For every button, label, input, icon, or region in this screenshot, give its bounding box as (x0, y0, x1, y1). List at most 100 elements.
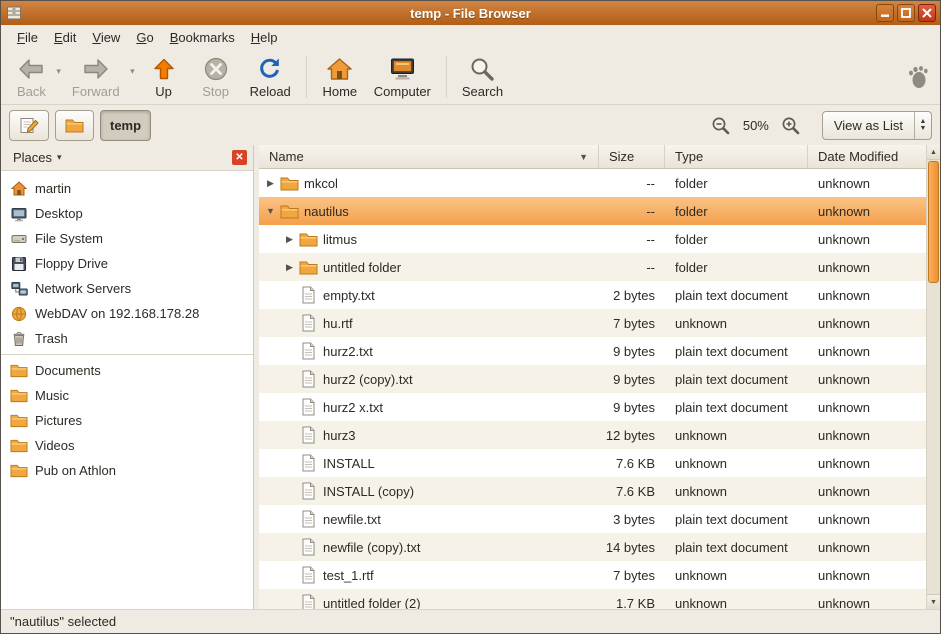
expander-expanded-icon[interactable]: ▼ (263, 206, 278, 216)
zoom-out-button[interactable] (709, 113, 733, 137)
reload-button[interactable]: Reload (242, 53, 299, 101)
home-button[interactable]: Home (314, 53, 366, 101)
floppy-icon (10, 256, 28, 272)
forward-button[interactable]: Forward▾ (64, 53, 138, 101)
sidebar-close-button[interactable]: ✕ (232, 150, 247, 165)
close-button[interactable] (918, 4, 936, 22)
search-button[interactable]: Search (454, 53, 511, 101)
root-path-button[interactable] (55, 110, 94, 141)
places-mode-button[interactable]: Places ▾ (7, 148, 68, 167)
back-button[interactable]: Back▾ (9, 53, 64, 101)
sidebar-item-file-system[interactable]: File System (1, 226, 253, 251)
sidebar-item-label: Network Servers (35, 281, 131, 296)
sidebar-item-pub-on-athlon[interactable]: Pub on Athlon (1, 458, 253, 483)
column-header-type[interactable]: Type (665, 145, 808, 169)
cell-type: unknown (665, 568, 808, 583)
column-header-name[interactable]: Name ▼ (259, 145, 599, 169)
combo-spin-icon[interactable]: ▲▼ (914, 112, 931, 139)
sidebar-item-label: Desktop (35, 206, 83, 221)
cell-type: unknown (665, 456, 808, 471)
cell-date-modified: unknown (808, 400, 926, 415)
cell-type: plain text document (665, 512, 808, 527)
file-row-untitled-folder[interactable]: ▶untitled folder--folderunknown (259, 253, 926, 281)
sidebar-item-desktop[interactable]: Desktop (1, 201, 253, 226)
file-row-newfile-copy-txt[interactable]: newfile (copy).txt14 bytesplain text doc… (259, 533, 926, 561)
menu-item-bookmarks[interactable]: Bookmarks (162, 27, 243, 48)
expander-collapsed-icon[interactable]: ▶ (282, 234, 297, 245)
file-row-hurz2-x-txt[interactable]: hurz2 x.txt9 bytesplain text documentunk… (259, 393, 926, 421)
root-folder-icon (65, 118, 84, 133)
sidebar-item-videos[interactable]: Videos (1, 433, 253, 458)
file-row-untitled-folder-2-[interactable]: untitled folder (2)1.7 KBunknownunknown (259, 589, 926, 609)
cell-size: -- (599, 204, 665, 219)
cell-size: -- (599, 176, 665, 191)
sidebar-item-martin[interactable]: martin (1, 176, 253, 201)
minimize-button[interactable] (876, 4, 894, 22)
zoom-in-button[interactable] (779, 113, 803, 137)
sidebar-item-webdav-on-192-168-178-28[interactable]: WebDAV on 192.168.178.28 (1, 301, 253, 326)
path-button-temp[interactable]: temp (100, 110, 151, 141)
scrollbar-track[interactable] (927, 160, 940, 594)
title-bar[interactable]: temp - File Browser (1, 1, 940, 25)
scroll-up-button[interactable]: ▲ (927, 145, 940, 160)
dropdown-arrow-icon[interactable]: ▾ (130, 66, 135, 77)
sidebar-item-pictures[interactable]: Pictures (1, 408, 253, 433)
menu-item-file[interactable]: File (9, 27, 46, 48)
sidebar-item-music[interactable]: Music (1, 383, 253, 408)
file-row-install[interactable]: INSTALL7.6 KBunknownunknown (259, 449, 926, 477)
main-content: Places ▾ ✕ martin Desktop File SystemFlopp… (1, 145, 940, 609)
column-header-date-modified[interactable]: Date Modified (808, 145, 926, 169)
menu-item-view[interactable]: View (84, 27, 128, 48)
back-icon (17, 56, 45, 83)
file-row-hurz2-txt[interactable]: hurz2.txt9 bytesplain text documentunkno… (259, 337, 926, 365)
scrollbar-thumb[interactable] (928, 161, 939, 283)
cell-name: test_1.rtf (259, 566, 599, 584)
file-row-hurz2-copy-txt[interactable]: hurz2 (copy).txt9 bytesplain text docume… (259, 365, 926, 393)
file-row-hu-rtf[interactable]: hu.rtf7 bytesunknownunknown (259, 309, 926, 337)
sidebar-item-network-servers[interactable]: Network Servers (1, 276, 253, 301)
file-name: empty.txt (323, 288, 375, 303)
expander-collapsed-icon[interactable]: ▶ (282, 262, 297, 273)
column-header-size[interactable]: Size (599, 145, 665, 169)
sidebar-item-documents[interactable]: Documents (1, 358, 253, 383)
file-icon (297, 286, 319, 304)
stop-button[interactable]: Stop (190, 53, 242, 101)
cell-name: ▶mkcol (259, 176, 599, 191)
file-row-newfile-txt[interactable]: newfile.txt3 bytesplain text documentunk… (259, 505, 926, 533)
scroll-down-button[interactable]: ▼ (927, 594, 940, 609)
cell-name: INSTALL (copy) (259, 482, 599, 500)
file-row-nautilus[interactable]: ▼nautilus--folderunknown (259, 197, 926, 225)
arrow-down-icon: ▼ (930, 599, 937, 606)
toggle-location-entry-button[interactable] (9, 110, 49, 141)
expander-collapsed-icon[interactable]: ▶ (263, 178, 278, 189)
maximize-button[interactable] (897, 4, 915, 22)
file-row-empty-txt[interactable]: empty.txt2 bytesplain text documentunkno… (259, 281, 926, 309)
view-mode-selector[interactable]: View as List ▲▼ (822, 111, 932, 140)
sidebar-item-trash[interactable]: Trash (1, 326, 253, 351)
cell-date-modified: unknown (808, 484, 926, 499)
cell-date-modified: unknown (808, 540, 926, 555)
cell-size: 12 bytes (599, 428, 665, 443)
cell-date-modified: unknown (808, 512, 926, 527)
file-row-install-copy-[interactable]: INSTALL (copy)7.6 KBunknownunknown (259, 477, 926, 505)
file-name: INSTALL (copy) (323, 484, 414, 499)
edit-location-icon (19, 115, 39, 135)
cell-name: hurz2 x.txt (259, 398, 599, 416)
up-button[interactable]: Up (138, 53, 190, 101)
file-row-mkcol[interactable]: ▶mkcol--folderunknown (259, 169, 926, 197)
sidebar-item-floppy-drive[interactable]: Floppy Drive (1, 251, 253, 276)
file-row-test-1-rtf[interactable]: test_1.rtf7 bytesunknownunknown (259, 561, 926, 589)
zoom-in-icon (781, 116, 800, 135)
file-row-litmus[interactable]: ▶litmus--folderunknown (259, 225, 926, 253)
sidebar-header: Places ▾ ✕ (1, 145, 253, 171)
file-row-hurz3[interactable]: hurz312 bytesunknownunknown (259, 421, 926, 449)
dropdown-arrow-icon[interactable]: ▾ (56, 66, 61, 77)
cell-date-modified: unknown (808, 568, 926, 583)
menu-item-go[interactable]: Go (128, 27, 161, 48)
cell-type: folder (665, 176, 808, 191)
computer-button[interactable]: Computer (366, 53, 439, 101)
folder-icon (10, 363, 28, 378)
file-name: hurz2 x.txt (323, 400, 383, 415)
menu-item-help[interactable]: Help (243, 27, 286, 48)
menu-item-edit[interactable]: Edit (46, 27, 84, 48)
